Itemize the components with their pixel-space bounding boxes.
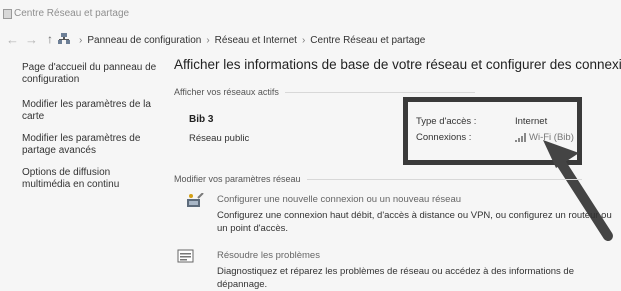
setup-connection-description: Configurez une connexion haut débit, d'a… (217, 210, 612, 234)
annotation-arrow-icon (543, 140, 613, 241)
setup-connection-link[interactable]: Configurer une nouvelle connexion ou un … (217, 194, 461, 205)
network-settings-header-text: Modifier vos paramètres réseau (174, 174, 301, 184)
divider (306, 178, 582, 180)
troubleshoot-icon (177, 249, 194, 263)
network-settings-header: Modifier vos paramètres réseau (174, 174, 582, 184)
troubleshoot-link[interactable]: Résoudre les problèmes (217, 250, 320, 261)
new-connection-icon (187, 193, 204, 207)
troubleshoot-description: Diagnostiquez et réparez les problèmes d… (217, 266, 574, 290)
